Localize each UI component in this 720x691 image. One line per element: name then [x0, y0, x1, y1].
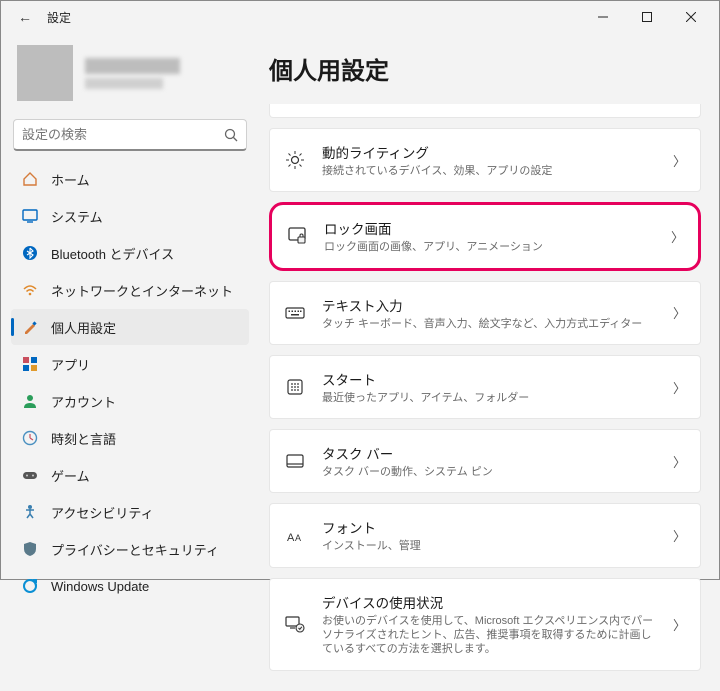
sidebar-item-personalization[interactable]: 個人用設定: [11, 309, 249, 345]
svg-text:A: A: [295, 533, 301, 543]
sidebar-item-label: ホーム: [51, 170, 90, 189]
sidebar-item-gaming[interactable]: ゲーム: [11, 457, 249, 493]
bluetooth-icon: [21, 244, 39, 262]
sidebar-item-label: 個人用設定: [51, 318, 116, 337]
close-icon: [686, 12, 696, 22]
card-taskbar[interactable]: タスク バー タスク バーの動作、システム ピン 〉: [269, 429, 701, 493]
card-dynamic-lighting[interactable]: 動的ライティング 接続されているデバイス、効果、アプリの設定 〉: [269, 128, 701, 192]
card-title: ロック画面: [324, 218, 655, 238]
sidebar-item-bluetooth[interactable]: Bluetooth とデバイス: [11, 235, 249, 271]
sidebar-item-label: 時刻と言語: [51, 429, 116, 448]
sidebar-item-apps[interactable]: アプリ: [11, 346, 249, 382]
card-desc: インストール、管理: [322, 539, 657, 553]
window-title: 設定: [47, 9, 71, 26]
card-lock-screen[interactable]: ロック画面 ロック画面の画像、アプリ、アニメーション 〉: [269, 202, 701, 270]
sidebar-item-system[interactable]: システム: [11, 198, 249, 234]
sidebar-item-accounts[interactable]: アカウント: [11, 383, 249, 419]
chevron-right-icon: 〉: [673, 303, 686, 322]
search-input[interactable]: [22, 127, 224, 142]
keyboard-icon: [284, 303, 306, 323]
card-title: テキスト入力: [322, 295, 657, 315]
sidebar-item-label: プライバシーとセキュリティ: [51, 540, 219, 559]
sidebar-item-label: システム: [51, 207, 103, 226]
user-email-redacted: [85, 78, 163, 89]
card-desc: 接続されているデバイス、効果、アプリの設定: [322, 164, 657, 178]
svg-text:A: A: [287, 532, 295, 544]
gaming-icon: [21, 466, 39, 484]
sidebar-item-label: アプリ: [51, 355, 90, 374]
accessibility-icon: [21, 503, 39, 521]
card-title: 動的ライティング: [322, 142, 657, 162]
home-icon: [21, 170, 39, 188]
sidebar-item-label: アカウント: [51, 392, 116, 411]
user-profile[interactable]: [9, 33, 251, 113]
card-title: スタート: [322, 369, 657, 389]
card-desc: お使いのデバイスを使用して、Microsoft エクスペリエンス内でパーソナライ…: [322, 614, 657, 657]
card-title: タスク バー: [322, 443, 657, 463]
wifi-icon: [21, 281, 39, 299]
close-button[interactable]: [669, 1, 713, 33]
card-text-input[interactable]: テキスト入力 タッチ キーボード、音声入力、絵文字など、入力方式エディター 〉: [269, 281, 701, 345]
sidebar-item-label: アクセシビリティ: [51, 503, 154, 522]
search-icon: [224, 128, 238, 142]
minimize-icon: [598, 12, 608, 22]
chevron-right-icon: 〉: [673, 615, 686, 634]
dynamic-lighting-icon: [284, 150, 306, 170]
card-title: デバイスの使用状況: [322, 592, 657, 612]
maximize-button[interactable]: [625, 1, 669, 33]
privacy-icon: [21, 540, 39, 558]
back-button[interactable]: ←: [13, 9, 37, 25]
sidebar-item-privacy[interactable]: プライバシーとセキュリティ: [11, 531, 249, 567]
sidebar-item-home[interactable]: ホーム: [11, 161, 249, 197]
start-icon: [284, 377, 306, 397]
sidebar-item-network[interactable]: ネットワークとインターネット: [11, 272, 249, 308]
sidebar-item-label: ゲーム: [51, 466, 90, 485]
chevron-right-icon: 〉: [673, 151, 686, 170]
search-input-wrapper[interactable]: [13, 119, 247, 151]
card-desc: タスク バーの動作、システム ピン: [322, 465, 657, 479]
page-title: 個人用設定: [269, 51, 701, 86]
system-icon: [21, 207, 39, 225]
user-name-redacted: [85, 58, 180, 74]
chevron-right-icon: 〉: [671, 227, 684, 246]
chevron-right-icon: 〉: [673, 378, 686, 397]
sidebar-item-accessibility[interactable]: アクセシビリティ: [11, 494, 249, 530]
card-device-usage[interactable]: デバイスの使用状況 お使いのデバイスを使用して、Microsoft エクスペリエ…: [269, 578, 701, 671]
card-desc: ロック画面の画像、アプリ、アニメーション: [324, 240, 655, 254]
card-desc: タッチ キーボード、音声入力、絵文字など、入力方式エディター: [322, 317, 657, 331]
chevron-right-icon: 〉: [673, 526, 686, 545]
sidebar-item-label: Bluetooth とデバイス: [51, 244, 174, 263]
card-fonts[interactable]: AA フォント インストール、管理 〉: [269, 503, 701, 567]
taskbar-icon: [284, 451, 306, 471]
device-usage-icon: [284, 614, 306, 634]
minimize-button[interactable]: [581, 1, 625, 33]
sidebar-item-label: ネットワークとインターネット: [51, 281, 233, 300]
apps-icon: [21, 355, 39, 373]
fonts-icon: AA: [284, 526, 306, 546]
sidebar-item-windows-update[interactable]: Windows Update: [11, 568, 249, 604]
card-desc: 最近使ったアプリ、アイテム、フォルダー: [322, 391, 657, 405]
lock-screen-icon: [286, 226, 308, 246]
card-title: フォント: [322, 517, 657, 537]
sidebar-item-label: Windows Update: [51, 579, 149, 594]
accounts-icon: [21, 392, 39, 410]
card-start[interactable]: スタート 最近使ったアプリ、アイテム、フォルダー 〉: [269, 355, 701, 419]
personalization-icon: [21, 318, 39, 336]
sidebar-item-time-language[interactable]: 時刻と言語: [11, 420, 249, 456]
chevron-right-icon: 〉: [673, 452, 686, 471]
time-language-icon: [21, 429, 39, 447]
maximize-icon: [642, 12, 652, 22]
avatar: [17, 45, 73, 101]
previous-card-stub: [269, 104, 701, 118]
